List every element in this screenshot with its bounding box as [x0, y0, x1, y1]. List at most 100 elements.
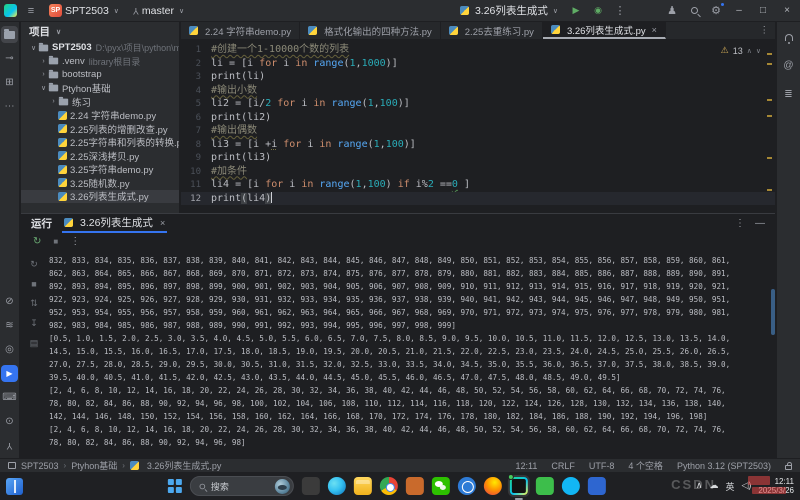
- version-control-icon[interactable]: Y: [1, 437, 18, 454]
- search-input[interactable]: 搜索: [190, 476, 294, 496]
- window-maximize-button[interactable]: □: [754, 5, 772, 16]
- tray-icon-1[interactable]: ☁: [709, 480, 718, 493]
- tree-item[interactable]: ∨SPT2503D:\pyx\项目\python\myflaskd: [21, 41, 179, 55]
- window-close-button[interactable]: ×: [778, 5, 796, 16]
- services-icon[interactable]: ≋: [1, 317, 18, 334]
- tree-item[interactable]: 3.25字符串demo.py: [21, 163, 179, 177]
- run-icon[interactable]: ▶: [1, 365, 18, 382]
- lock-icon[interactable]: [785, 465, 792, 470]
- breadcrumb-item[interactable]: Ptyhon基础: [71, 459, 117, 472]
- python-packages-icon[interactable]: ⊘: [1, 293, 18, 310]
- tool-window-icon[interactable]: [8, 462, 16, 469]
- soft-wrap-icon[interactable]: ⇅: [30, 298, 38, 309]
- tree-item[interactable]: 2.24 字符串demo.py: [21, 109, 179, 123]
- taskbar-app-chrome[interactable]: [380, 477, 398, 495]
- settings-gear-icon[interactable]: ⚙: [708, 3, 724, 19]
- editor-tab-3[interactable]: 3.26列表生成式.py×: [543, 22, 666, 39]
- close-icon[interactable]: ×: [652, 25, 657, 35]
- status-item-1[interactable]: CRLF: [551, 461, 575, 471]
- tray-icon-0[interactable]: ∧: [696, 480, 703, 493]
- run-tab[interactable]: 3.26列表生成式 ×: [62, 214, 167, 233]
- tree-item[interactable]: ›bootstrap: [21, 68, 179, 82]
- commit-icon[interactable]: ⊸: [1, 50, 18, 67]
- branch-selector[interactable]: Y master ∨: [129, 3, 188, 19]
- editor-tab-1[interactable]: 格式化输出的四种方法.py: [300, 22, 441, 39]
- run-config-selector[interactable]: 3.26列表生成式 ∨: [456, 1, 562, 20]
- problems-icon[interactable]: ⊙: [1, 413, 18, 430]
- console-output[interactable]: 832, 833, 834, 835, 836, 837, 838, 839, …: [47, 249, 775, 458]
- start-button[interactable]: [168, 479, 182, 493]
- console-scrollbar[interactable]: [771, 289, 775, 335]
- taskbar-app-blue-app[interactable]: [588, 477, 606, 495]
- tree-item[interactable]: ∨Ptyhon基础: [21, 82, 179, 96]
- editor-tab-0[interactable]: 2.24 字符串demo.py: [181, 22, 300, 39]
- project-selector[interactable]: SP SPT2503 ∨: [45, 2, 123, 19]
- line-number: 9: [181, 152, 201, 166]
- rerun-icon[interactable]: ↻: [33, 236, 41, 247]
- tree-item[interactable]: 3.26列表生成式.py: [21, 190, 179, 204]
- run-window-minimize-icon[interactable]: —: [755, 218, 765, 229]
- tree-item[interactable]: 3.25随机数.py: [21, 176, 179, 190]
- taskbar-app-orange-app[interactable]: [406, 477, 424, 495]
- breadcrumb-item[interactable]: 3.26列表生成式.py: [147, 459, 222, 472]
- taskbar-app-pycharm[interactable]: [510, 477, 528, 495]
- database-icon[interactable]: ≣: [780, 86, 797, 103]
- breadcrumb-item[interactable]: SPT2503: [21, 461, 59, 471]
- taskbar-app-dark-app[interactable]: [302, 477, 320, 495]
- tray-clock[interactable]: 12:11 2025/3/26: [758, 477, 794, 495]
- code-with-me-icon[interactable]: ♟: [664, 3, 680, 19]
- notifications-icon[interactable]: [780, 28, 797, 45]
- clear-all-icon[interactable]: ▤: [30, 338, 39, 349]
- more-actions-icon[interactable]: ⋮: [612, 3, 628, 19]
- project-panel-header[interactable]: 项目 ∨: [21, 22, 179, 41]
- taskbar-app-explorer[interactable]: [354, 477, 372, 495]
- stop-icon[interactable]: ■: [53, 237, 58, 246]
- tree-item[interactable]: 2.25字符串和列表的转换.py: [21, 136, 179, 150]
- code-editor[interactable]: 1#创建一个1-10000个数的列表2li = [i for i in rang…: [181, 39, 775, 213]
- scroll-to-end-icon[interactable]: ↧: [30, 318, 38, 329]
- taskbar-app-green-app[interactable]: [536, 477, 554, 495]
- close-icon[interactable]: ×: [160, 218, 165, 228]
- tree-item[interactable]: 2.25深浅拷贝.py: [21, 149, 179, 163]
- editor-tab-2[interactable]: 2.25去重练习.py: [441, 22, 543, 39]
- tree-item[interactable]: ›练习: [21, 95, 179, 109]
- code-token: in: [319, 139, 331, 150]
- code-token: i%: [410, 179, 428, 190]
- structure-icon[interactable]: ⊞: [1, 74, 18, 91]
- run-profile-icon[interactable]: ◎: [1, 341, 18, 358]
- taskbar-app-clock-app[interactable]: [458, 477, 476, 495]
- tray-icon-2[interactable]: 英: [725, 480, 734, 493]
- search-everywhere-icon[interactable]: [686, 3, 702, 19]
- tray-icon-3[interactable]: ◁): [741, 480, 751, 493]
- window-minimize-button[interactable]: –: [730, 5, 748, 16]
- run-window-options-icon[interactable]: ⋮: [735, 218, 745, 229]
- run-button[interactable]: ▶: [568, 3, 584, 19]
- taskbar-corner-app[interactable]: [6, 478, 23, 495]
- status-item-4[interactable]: Python 3.12 (SPT2503): [677, 461, 771, 471]
- main-menu-icon[interactable]: ≡: [23, 3, 39, 19]
- taskbar-app-firefox[interactable]: [484, 477, 502, 495]
- next-warning-icon[interactable]: ∨: [756, 47, 761, 55]
- status-item-0[interactable]: 12:11: [516, 461, 538, 471]
- rerun-icon[interactable]: ↻: [30, 259, 38, 270]
- taskbar-app-wechat[interactable]: [432, 477, 450, 495]
- console-line: [0.5, 1.0, 1.5, 2.0, 2.5, 3.0, 3.5, 4.0,…: [49, 332, 771, 345]
- status-item-3[interactable]: 4 个空格: [628, 459, 663, 472]
- tab-options-icon[interactable]: ⋮: [754, 22, 776, 39]
- more-tool-windows-icon[interactable]: ⋯: [1, 98, 18, 115]
- project-icon[interactable]: [1, 26, 18, 43]
- terminal-icon[interactable]: ⌨: [1, 389, 18, 406]
- editor-scrollbar[interactable]: [765, 39, 773, 213]
- run-more-icon[interactable]: ⋮: [70, 236, 80, 247]
- ai-assistant-icon[interactable]: @: [780, 57, 797, 74]
- taskbar-app-edge[interactable]: [328, 477, 346, 495]
- taskbar-app-qq[interactable]: [562, 477, 580, 495]
- inspections-widget[interactable]: ⚠ 13 ∧ ∨: [721, 45, 761, 56]
- stop-icon[interactable]: ■: [31, 279, 36, 289]
- code-token: for: [277, 98, 295, 109]
- debug-button[interactable]: ◉: [590, 3, 606, 19]
- prev-warning-icon[interactable]: ∧: [747, 47, 752, 55]
- tree-item[interactable]: ›.venvlibrary根目录: [21, 55, 179, 69]
- tree-item[interactable]: 2.25列表的增删改查.py: [21, 122, 179, 136]
- status-item-2[interactable]: UTF-8: [589, 461, 615, 471]
